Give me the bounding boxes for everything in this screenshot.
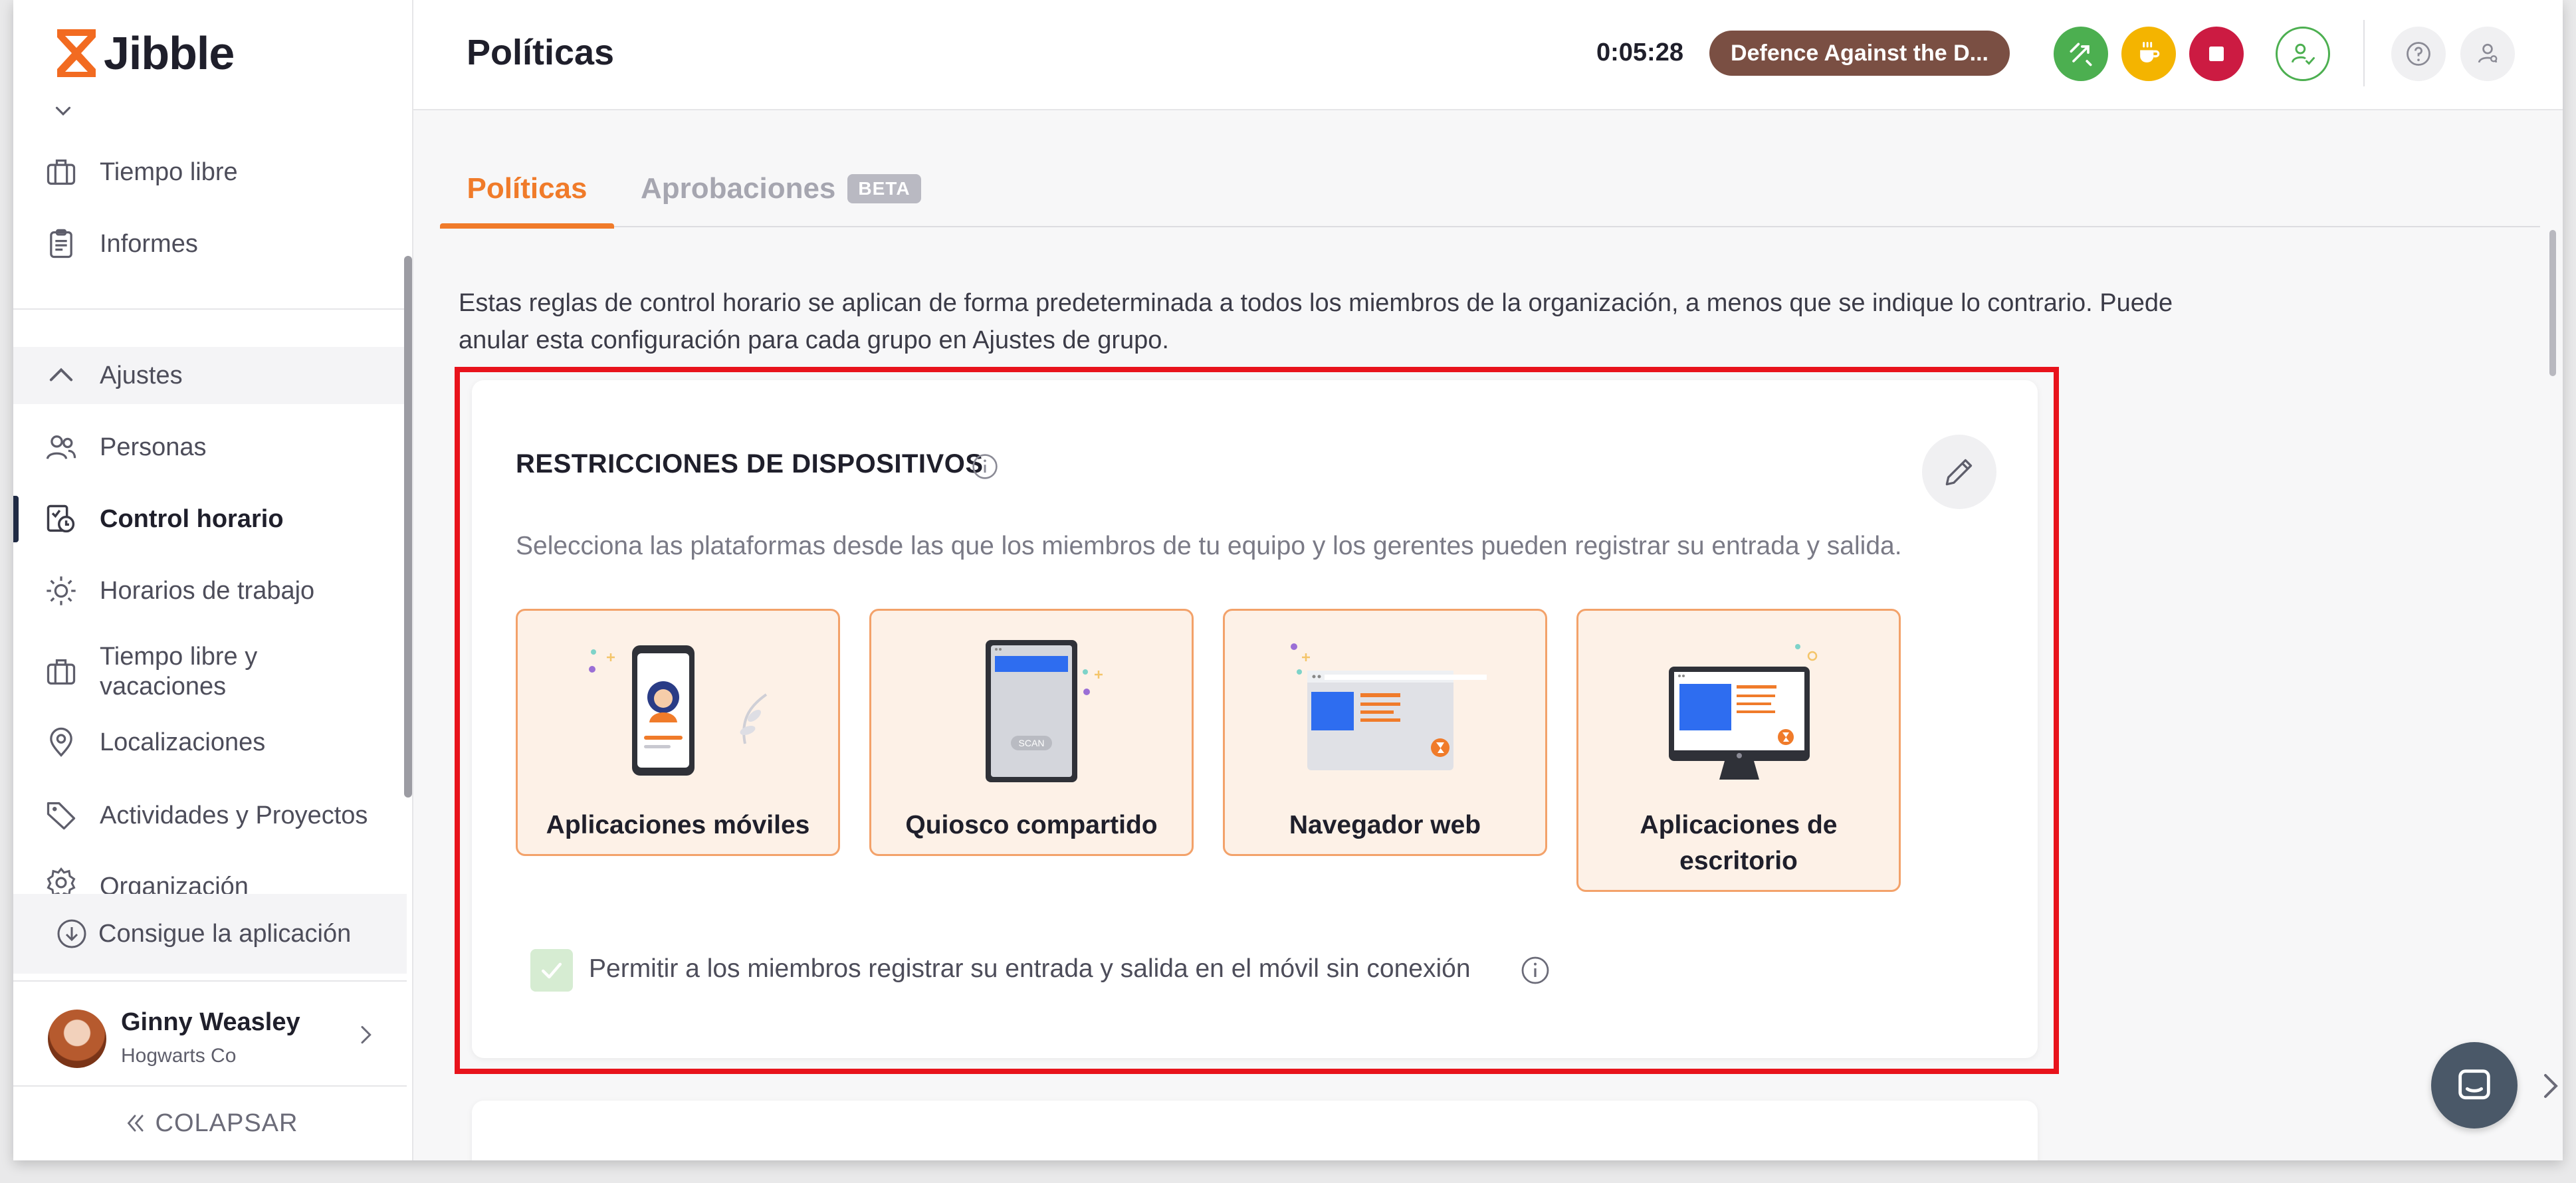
get-app-label: Consigue la aplicación	[98, 919, 352, 948]
highlight-box	[455, 367, 2059, 1074]
sidebar-item-organization[interactable]: Organización	[13, 857, 407, 894]
collapse-label: COLAPSAR	[155, 1109, 298, 1137]
sidebar-divider	[13, 308, 407, 310]
briefcase-icon	[43, 154, 80, 191]
chat-icon	[2458, 1069, 2490, 1100]
tag-icon	[43, 797, 80, 834]
tab-label: Políticas	[467, 172, 588, 205]
coffee-cup-icon	[2140, 42, 2160, 62]
sidebar-item-time-off[interactable]: Tiempo libre	[13, 144, 407, 201]
sidebar-item-time-off-vacations[interactable]: Tiempo libre y vacaciones	[13, 635, 407, 708]
gear-icon	[43, 864, 80, 894]
sidebar-item-people[interactable]: Personas	[13, 419, 407, 476]
main-content: Políticas Aprobaciones BETA Estas reglas…	[413, 110, 2563, 1160]
sidebar-item-label: Tiempo libre	[100, 158, 238, 186]
people-icon	[43, 429, 80, 466]
timer-display: 0:05:28	[1596, 39, 1683, 66]
sidebar-item-label: Personas	[100, 433, 207, 461]
switch-activity-button[interactable]	[2054, 27, 2108, 81]
top-header: Políticas 0:05:28 Defence Against the D.…	[413, 0, 2563, 110]
sidebar-item-reports[interactable]: Informes	[13, 215, 407, 272]
user-name: Ginny Weasley	[121, 1008, 300, 1036]
sidebar-item-label: Control horario	[100, 504, 284, 533]
get-app-button[interactable]: Consigue la aplicación	[13, 894, 407, 974]
sidebar: Jibble Tiempo libre Informes Ajustes Per…	[13, 0, 413, 1160]
help-icon	[2407, 42, 2430, 66]
policies-intro-text: Estas reglas de control horario se aplic…	[459, 289, 2173, 354]
sidebar-item-label: Actividades y Proyectos	[100, 801, 368, 829]
user-profile[interactable]: Ginny Weasley Hogwarts Co	[13, 980, 407, 1087]
user-check-icon	[2291, 43, 2315, 65]
next-policy-card	[472, 1101, 2038, 1160]
chat-support-button[interactable]	[2431, 1042, 2518, 1129]
switch-arrows-icon	[2070, 43, 2092, 66]
chevron-down-icon[interactable]	[51, 98, 76, 124]
break-button[interactable]	[2121, 27, 2176, 81]
tab-approvals[interactable]: Aprobaciones BETA	[641, 150, 921, 227]
settings-user-icon	[2478, 43, 2498, 63]
briefcase-icon	[43, 653, 80, 691]
help-button[interactable]	[2391, 27, 2446, 81]
collapse-sidebar-button[interactable]: COLAPSAR	[13, 1097, 407, 1150]
sidebar-item-work-schedules[interactable]: Horarios de trabajo	[13, 562, 407, 619]
sidebar-section-settings[interactable]: Ajustes	[13, 347, 407, 404]
avatar	[48, 1010, 106, 1068]
sidebar-item-locations[interactable]: Localizaciones	[13, 714, 407, 771]
organization-settings-button[interactable]	[2460, 27, 2515, 81]
tab-bar: Políticas Aprobaciones BETA	[440, 150, 2540, 229]
sidebar-scrollbar[interactable]	[404, 256, 412, 798]
jibble-logo[interactable]: Jibble	[54, 27, 235, 80]
page-title: Políticas	[467, 33, 615, 72]
stop-icon	[2209, 47, 2224, 61]
app-window: Jibble Tiempo libre Informes Ajustes Per…	[13, 0, 2563, 1160]
current-activity-pill[interactable]: Defence Against the D...	[1709, 31, 2010, 76]
double-chevron-left-icon	[127, 1115, 144, 1132]
logo-wordmark: Jibble	[104, 27, 235, 79]
sidebar-item-time-tracking[interactable]: Control horario	[13, 490, 407, 548]
user-organization: Hogwarts Co	[121, 1045, 237, 1067]
main-scrollbar[interactable]	[2549, 230, 2556, 376]
sidebar-item-label: Tiempo libre y vacaciones	[100, 643, 258, 700]
sidebar-section-label: Ajustes	[100, 361, 183, 389]
tab-policies[interactable]: Políticas	[440, 150, 614, 229]
clipboard-icon	[43, 225, 80, 263]
beta-badge: BETA	[847, 174, 921, 203]
clocked-in-status-button[interactable]	[2276, 27, 2330, 81]
header-divider	[2363, 20, 2365, 86]
sidebar-item-label: Informes	[100, 229, 198, 258]
sidebar-item-activities-projects[interactable]: Actividades y Proyectos	[13, 787, 407, 844]
stop-timer-button[interactable]	[2189, 27, 2244, 81]
sidebar-item-label: Localizaciones	[100, 728, 266, 756]
location-pin-icon	[43, 724, 80, 761]
sidebar-item-label: Organización	[100, 873, 249, 894]
sun-icon	[43, 572, 80, 609]
hourglass-logo-icon	[57, 29, 96, 77]
time-tracking-icon	[43, 500, 80, 538]
download-icon	[57, 919, 86, 948]
chevron-up-icon	[43, 357, 80, 394]
tab-label: Aprobaciones	[641, 172, 836, 205]
chevron-right-icon[interactable]	[2537, 1067, 2563, 1105]
chevron-right-icon	[361, 1025, 372, 1044]
sidebar-item-label: Horarios de trabajo	[100, 576, 315, 605]
